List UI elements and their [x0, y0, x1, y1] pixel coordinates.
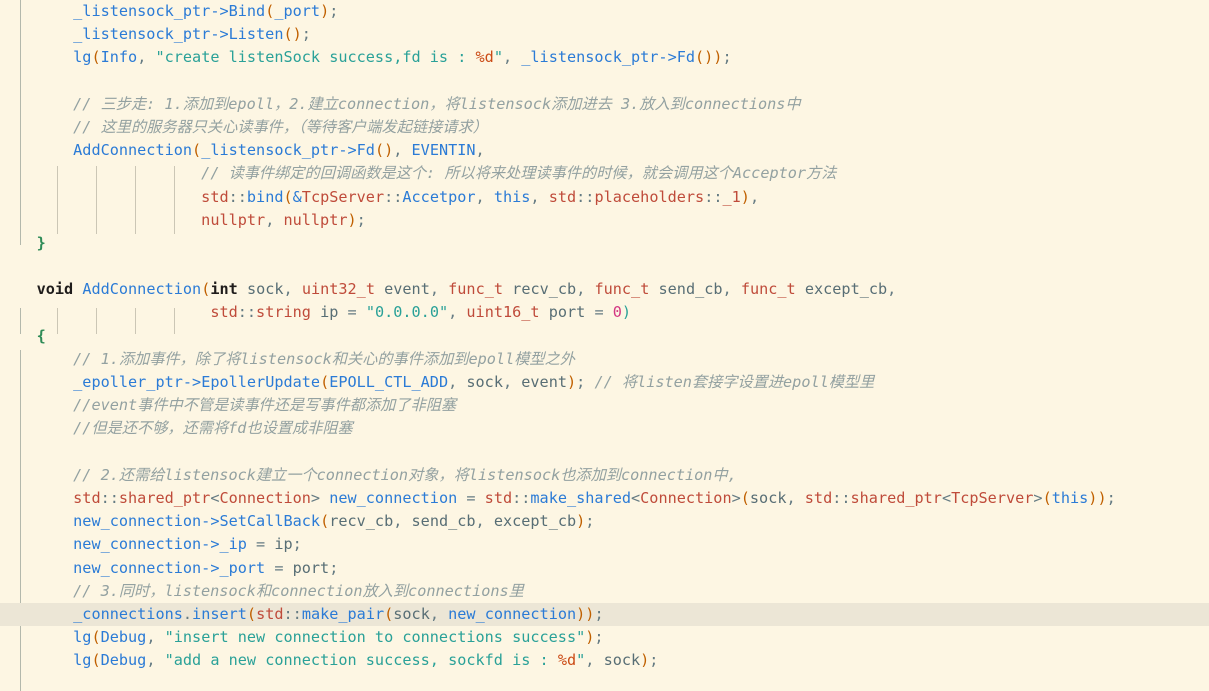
code-line-28[interactable]: lg(Debug, "insert new connection to conn… [0, 626, 1209, 649]
code-line-8[interactable]: // 读事件绑定的回调函数是这个: 所以将来处理读事件的时候，就会调用这个Acc… [0, 162, 1209, 185]
code-line-11[interactable]: } [0, 232, 1209, 255]
code-line-21[interactable]: // 2.还需给listensock建立一个connection对象，将list… [0, 464, 1209, 487]
code-line-15[interactable]: { [0, 325, 1209, 348]
code-line-25[interactable]: new_connection->_port = port; [0, 557, 1209, 580]
code-line-26[interactable]: // 3.同时，listensock和connection放入到connecti… [0, 580, 1209, 603]
code-line-10[interactable]: nullptr, nullptr); [0, 209, 1209, 232]
code-line-6[interactable]: // 这里的服务器只关心读事件，（等待客户端发起链接请求） [0, 116, 1209, 139]
code-line-3[interactable]: lg(Info, "create listenSock success,fd i… [0, 46, 1209, 69]
code-line-27-current[interactable]: _connections.insert(std::make_pair(sock,… [0, 602, 1209, 627]
code-line-5[interactable]: // 三步走: 1.添加到epoll，2.建立connection，将liste… [0, 93, 1209, 116]
code-editor-viewport[interactable]: _listensock_ptr->Bind(_port); _listensoc… [0, 0, 1209, 691]
code-lines-container[interactable]: _listensock_ptr->Bind(_port); _listensoc… [0, 0, 1209, 672]
code-line-24[interactable]: new_connection->_ip = ip; [0, 533, 1209, 556]
code-line-22[interactable]: std::shared_ptr<Connection> new_connecti… [0, 487, 1209, 510]
code-line-17[interactable]: _epoller_ptr->EpollerUpdate(EPOLL_CTL_AD… [0, 371, 1209, 394]
code-line-1[interactable]: _listensock_ptr->Bind(_port); [0, 0, 1209, 23]
code-line-23[interactable]: new_connection->SetCallBack(recv_cb, sen… [0, 510, 1209, 533]
code-line-16[interactable]: // 1.添加事件，除了将listensock和关心的事件添加到epoll模型之… [0, 348, 1209, 371]
code-line-4[interactable] [0, 70, 1209, 93]
code-line-14[interactable]: std::string ip = "0.0.0.0", uint16_t por… [0, 301, 1209, 324]
code-line-2[interactable]: _listensock_ptr->Listen(); [0, 23, 1209, 46]
code-line-18[interactable]: //event事件中不管是读事件还是写事件都添加了非阻塞 [0, 394, 1209, 417]
code-line-13[interactable]: void AddConnection(int sock, uint32_t ev… [0, 278, 1209, 301]
code-line-9[interactable]: std::bind(&TcpServer::Accetpor, this, st… [0, 186, 1209, 209]
code-line-29[interactable]: lg(Debug, "add a new connection success,… [0, 649, 1209, 672]
code-line-19[interactable]: //但是还不够，还需将fd也设置成非阻塞 [0, 417, 1209, 440]
code-line-12[interactable] [0, 255, 1209, 278]
code-line-20[interactable] [0, 441, 1209, 464]
code-line-7[interactable]: AddConnection(_listensock_ptr->Fd(), EVE… [0, 139, 1209, 162]
